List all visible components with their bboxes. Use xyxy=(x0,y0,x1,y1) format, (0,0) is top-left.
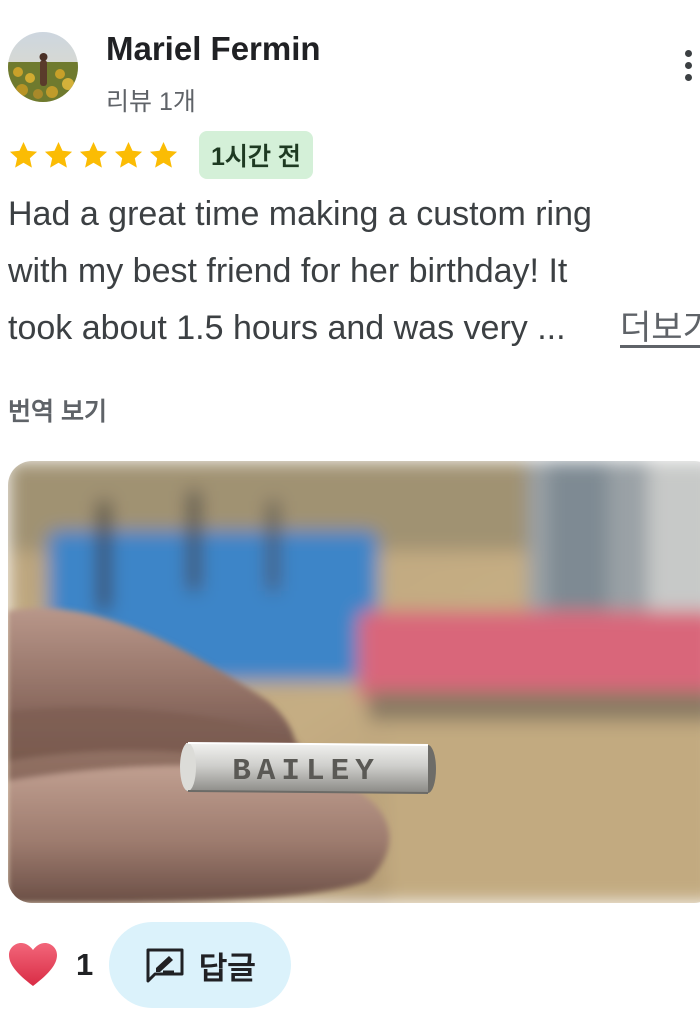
review-header: Mariel Fermin 리뷰 1개 xyxy=(8,30,700,116)
star-icon xyxy=(44,141,73,168)
ring-photo: BAILEY xyxy=(8,461,700,903)
rating-row: 1시간 전 xyxy=(8,131,313,179)
author-name[interactable]: Mariel Fermin xyxy=(106,30,321,68)
avatar-image xyxy=(8,32,78,102)
review-text-line-last: took about 1.5 hours and was very ... 더보… xyxy=(8,300,700,357)
reply-button[interactable]: 답글 xyxy=(109,922,292,1008)
star-icon xyxy=(149,141,178,168)
star-icon xyxy=(9,141,38,168)
more-options-icon[interactable] xyxy=(682,50,694,86)
more-link[interactable]: 더보기 xyxy=(620,300,700,357)
star-icon xyxy=(114,141,143,168)
reply-label: 답글 xyxy=(198,950,256,986)
avatar[interactable] xyxy=(8,32,78,102)
review-text-line: with my best friend for her birthday! It xyxy=(8,252,568,290)
translate-link[interactable]: 번역 보기 xyxy=(8,392,107,428)
review-photo[interactable]: BAILEY xyxy=(8,461,700,903)
review-actions: 1 답글 xyxy=(8,922,292,1008)
review-text: Had a great time making a custom ring wi… xyxy=(8,186,700,357)
time-badge: 1시간 전 xyxy=(199,131,313,179)
ring: BAILEY xyxy=(180,742,436,794)
review-count: 리뷰 1개 xyxy=(106,88,196,116)
star-rating xyxy=(8,140,179,171)
ring-engraving: BAILEY xyxy=(232,754,380,789)
review-text-line: took about 1.5 hours and was very ... xyxy=(8,309,566,347)
review-text-line: Had a great time making a custom ring xyxy=(8,195,592,233)
heart-icon[interactable] xyxy=(8,942,58,988)
star-icon xyxy=(79,141,108,168)
like-count: 1 xyxy=(76,947,94,982)
reply-edit-icon xyxy=(146,948,184,983)
